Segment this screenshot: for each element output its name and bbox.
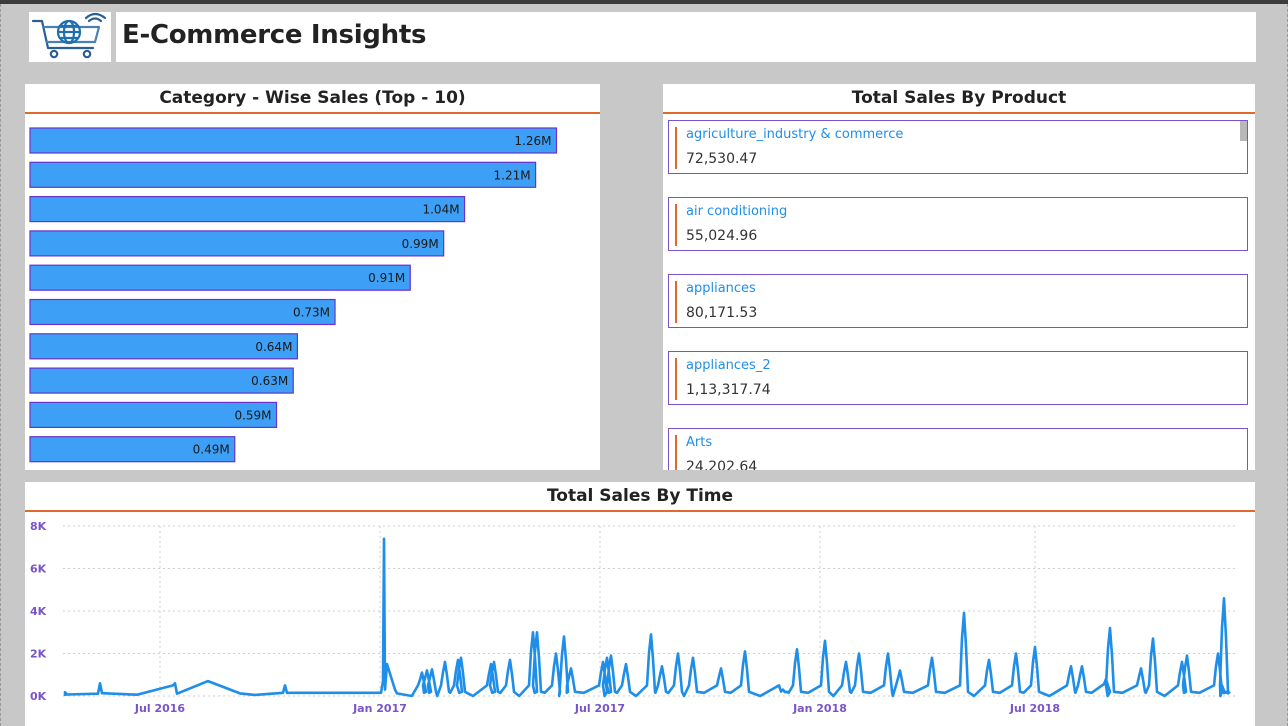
shopping-cart-globe-icon	[31, 12, 107, 59]
product-panel-title: Total Sales By Product	[663, 84, 1255, 114]
product-card[interactable]: appliances 80,171.53	[668, 274, 1248, 328]
product-name: agriculture_industry & commerce	[686, 127, 904, 142]
product-sales-panel: Total Sales By Product agriculture_indus…	[663, 84, 1255, 470]
time-sales-panel: Total Sales By Time 0K 2K 4K 6K 8K Jul 2016 Ja…	[25, 482, 1255, 726]
product-card[interactable]: agriculture_industry & commerce 72,530.4…	[668, 120, 1248, 174]
product-name: Arts	[686, 435, 713, 450]
bar-data-label: 0.59M	[234, 408, 271, 422]
category-bar[interactable]	[29, 230, 445, 257]
x-tick-label: Jul 2016	[134, 702, 185, 715]
bar-data-label: 0.49M	[193, 443, 230, 457]
category-chart-title: Category - Wise Sales (Top - 10)	[25, 84, 600, 114]
header: E-Commerce Insights	[116, 12, 1256, 62]
time-chart-title: Total Sales By Time	[25, 482, 1255, 512]
category-bar[interactable]	[29, 195, 466, 223]
x-tick-label: Jul 2017	[574, 702, 625, 715]
y-tick-label: 8K	[30, 520, 47, 533]
product-card[interactable]: appliances_2 1,13,317.74	[668, 351, 1248, 405]
bar-data-label: 1.21M	[494, 168, 531, 182]
category-bar[interactable]	[29, 298, 336, 326]
x-tick-label: Jul 2018	[1009, 702, 1060, 715]
product-sales-value: 24,202.64	[686, 459, 758, 470]
product-list-scrollbar[interactable]	[1240, 121, 1247, 141]
product-name: air conditioning	[686, 204, 788, 219]
page-title: E-Commerce Insights	[122, 20, 427, 50]
bar-data-label: 0.73M	[293, 306, 330, 320]
product-sales-value: 80,171.53	[686, 305, 758, 321]
product-name: appliances	[686, 281, 756, 296]
product-sales-value: 72,530.47	[686, 151, 758, 167]
product-card[interactable]: Arts 24,202.64	[668, 428, 1248, 470]
y-tick-label: 4K	[30, 605, 47, 618]
y-tick-label: 6K	[30, 563, 47, 576]
category-bar-chart: 1.26M 1.21M 1.04M 0.99M 0.91M 0.73M 0.64M 0.63M…	[29, 127, 558, 463]
x-tick-label: Jan 2018	[792, 702, 847, 715]
product-card-list[interactable]: agriculture_industry & commerce 72,530.4…	[668, 120, 1250, 470]
canvas-border-left	[0, 4, 2, 726]
bar-data-label: 0.63M	[251, 374, 288, 388]
bar-data-label: 0.91M	[368, 271, 405, 285]
logo	[29, 12, 111, 62]
product-card[interactable]: air conditioning 55,024.96	[668, 197, 1248, 251]
sales-time-line-chart: 0K 2K 4K 6K 8K Jul 2016 Jan 2017 Jul 2017 Jan 20…	[30, 520, 1237, 715]
category-bar[interactable]	[29, 264, 411, 291]
card-accent	[675, 127, 677, 169]
y-tick-label: 2K	[30, 648, 47, 661]
card-accent	[675, 358, 677, 400]
bar-data-label: 1.04M	[422, 203, 459, 217]
y-tick-label: 0K	[30, 690, 47, 703]
x-tick-label: Jan 2017	[352, 702, 407, 715]
category-sales-panel: Category - Wise Sales (Top - 10) 1.26M 1.…	[25, 84, 600, 470]
bar-data-label: 0.99M	[402, 237, 439, 251]
bar-data-label: 1.26M	[514, 134, 551, 148]
card-accent	[675, 204, 677, 246]
product-sales-value: 1,13,317.74	[686, 382, 771, 398]
sales-series-line[interactable]	[63, 537, 1231, 698]
product-sales-value: 55,024.96	[686, 228, 758, 244]
card-accent	[675, 435, 677, 470]
bar-data-label: 0.64M	[255, 340, 292, 354]
product-name: appliances_2	[686, 358, 771, 373]
card-accent	[675, 281, 677, 323]
category-bar[interactable]	[29, 127, 558, 154]
category-bar[interactable]	[29, 161, 537, 188]
window-top-bar	[0, 0, 1288, 4]
